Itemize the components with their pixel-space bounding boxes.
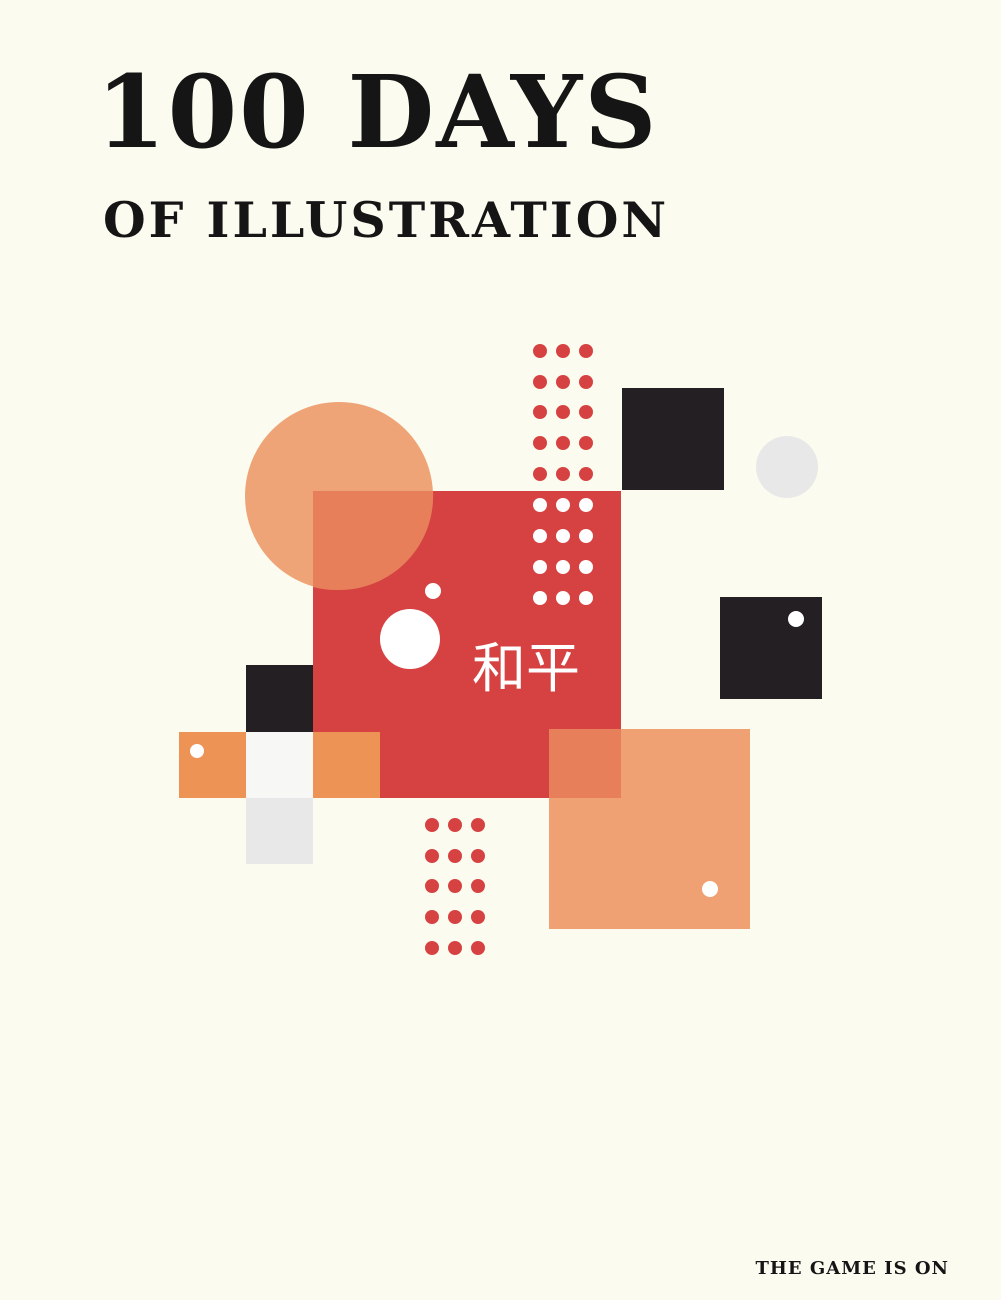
black-square-top xyxy=(622,388,724,490)
black-square-dot xyxy=(788,611,804,627)
large-white-dot xyxy=(380,609,440,669)
gray-block xyxy=(246,798,313,864)
small-white-dot xyxy=(425,583,441,599)
gray-circle xyxy=(756,436,818,498)
orange-block-far-left xyxy=(179,732,246,798)
geometric-artwork: 和平 xyxy=(179,344,822,955)
upper-dot-column xyxy=(533,344,593,605)
kanji-text: 和平 xyxy=(472,637,580,700)
lower-dot-column xyxy=(425,818,485,955)
tagline: THE GAME IS ON xyxy=(755,1258,949,1279)
orange-square-dot xyxy=(702,881,718,897)
white-block xyxy=(246,732,313,798)
orange-square-overlap xyxy=(549,729,621,798)
orange-block-dot xyxy=(190,744,204,758)
black-square-right xyxy=(720,597,822,699)
black-block-left xyxy=(246,665,313,732)
orange-block-mid xyxy=(313,732,380,798)
